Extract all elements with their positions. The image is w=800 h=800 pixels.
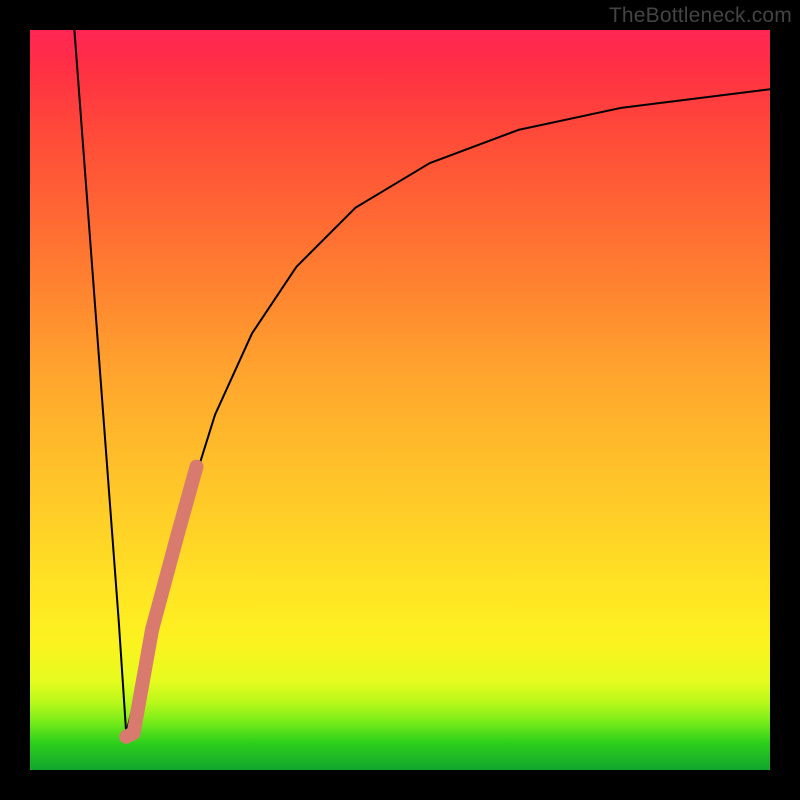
curve-layer — [30, 30, 770, 770]
series-left-branch — [74, 30, 126, 733]
series-right-branch — [126, 89, 770, 733]
series-highlight-segment — [126, 467, 196, 737]
plot-area — [30, 30, 770, 770]
watermark-text: TheBottleneck.com — [609, 4, 792, 28]
chart-frame: TheBottleneck.com — [0, 0, 800, 800]
